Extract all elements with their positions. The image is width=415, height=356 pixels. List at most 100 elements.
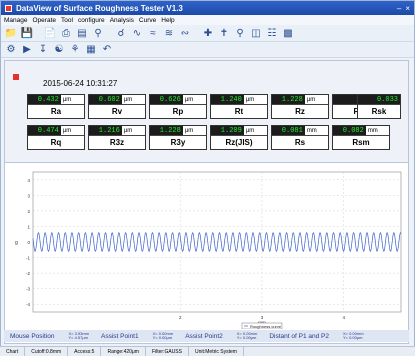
- measurement-panel: 2015-06-24 10:31:27 0.432 μm Ra 0.602 μm R…: [5, 61, 408, 163]
- cross-icon[interactable]: ✚: [201, 26, 215, 40]
- main-toolbar: 📁 💾 📄 ⎙ ▤ ⚲ ☌ ∿ ≈ ≋ ∾ ✚ ✝ ⚲ ◫ ☷ ▩: [1, 25, 414, 42]
- param-value: 0.432: [28, 95, 61, 104]
- distance-label: Distant of P1 and P2: [269, 332, 329, 340]
- param-value: 0.474: [28, 126, 61, 135]
- param-rsk: 0.033 Rsk: [357, 94, 401, 119]
- param-value: 0.082: [333, 126, 366, 135]
- assist-point2-label: Assist Point2: [185, 332, 223, 340]
- param-name: Rz: [295, 107, 305, 116]
- param-rsm: 0.082 mm Rsm: [332, 125, 390, 150]
- param-unit: μm: [243, 95, 267, 104]
- param-name: Ra: [50, 107, 62, 116]
- status-access: Access:5: [68, 347, 102, 356]
- param-rs: 0.081 mm Rs: [271, 125, 329, 150]
- param-value: 0.081: [272, 126, 305, 135]
- param-value: 1.240: [211, 95, 244, 104]
- menu-configure[interactable]: configure: [78, 17, 105, 24]
- param-unit: μm: [121, 95, 145, 104]
- menu-analysis[interactable]: Analysis: [110, 17, 134, 24]
- print-preview-icon[interactable]: ▤: [75, 26, 89, 40]
- param-unit: μm: [60, 126, 84, 135]
- app-icon: [5, 4, 12, 12]
- param-rp: 0.626 μm Rp: [149, 94, 207, 119]
- measurement-datetime: 2015-06-24 10:31:27: [43, 79, 118, 88]
- assist-point1-label: Assist Point1: [101, 332, 139, 340]
- play-icon[interactable]: ▶: [20, 43, 34, 57]
- menu-tool[interactable]: Tool: [61, 17, 73, 24]
- param-name: Rs: [294, 138, 306, 147]
- measure-icon[interactable]: ☯: [52, 43, 66, 57]
- param-value: 1.228: [272, 95, 305, 104]
- curve3-icon[interactable]: ≋: [162, 26, 176, 40]
- grid-icon[interactable]: ▦: [84, 43, 98, 57]
- y-tick-label: -1: [26, 256, 30, 261]
- param-unit: μm: [182, 126, 206, 135]
- param-ra: 0.432 μm Ra: [27, 94, 85, 119]
- assist-status-line: Mouse Position X= 3.93mm Y= 4.57μm Assist…: [4, 330, 409, 342]
- param-unit: mm: [304, 126, 328, 135]
- roughness-chart[interactable]: 4 3 2 1 0 -1 -2 -3 -4 2 3 4 g mm Roughness curve: [5, 164, 408, 344]
- display-icon[interactable]: ▩: [281, 26, 295, 40]
- stop-icon[interactable]: [13, 74, 19, 80]
- status-unit: Unit:Metric System: [189, 347, 244, 356]
- param-rv: 0.602 μm Rv: [88, 94, 146, 119]
- x-tick-label: 4: [342, 315, 345, 320]
- status-cutoff: Cutoff:0.8mm: [25, 347, 69, 356]
- y-tick-label: 3: [27, 193, 30, 198]
- param-name: R3z: [109, 138, 125, 147]
- param-rz: 1.228 μm Rz: [271, 94, 329, 119]
- param-value: 1.209: [211, 126, 244, 135]
- roughness-chart-svg[interactable]: 43210-1-2-3-42 3 4gmmRoughness curve: [5, 164, 408, 330]
- param-r3z: 1.216 μm R3z: [88, 125, 146, 150]
- y-tick-label: -4: [26, 302, 30, 307]
- y-tick-label: -2: [26, 271, 30, 276]
- param-unit: μm: [121, 126, 145, 135]
- print-icon[interactable]: ⎙: [59, 26, 73, 40]
- title-bar[interactable]: DataView of Surface Roughness Tester V1.…: [1, 1, 414, 15]
- distance-value: X= 0.00mm Y= 0.00μm: [342, 331, 364, 340]
- param-unit: μm: [243, 126, 267, 135]
- minimize-button[interactable]: –: [397, 4, 401, 13]
- open-folder-icon[interactable]: 📁: [4, 26, 18, 40]
- search-icon[interactable]: ☌: [114, 26, 128, 40]
- params-row-2: 0.474 μm Rq 1.216 μm R3z 1.228 μm R3y 1.209…: [27, 125, 390, 150]
- mouse-position-value: X= 3.93mm Y= 4.57μm: [68, 331, 90, 340]
- menu-operate[interactable]: Operate: [33, 17, 57, 24]
- param-name: Rv: [111, 107, 123, 116]
- scale-icon[interactable]: ☷: [265, 26, 279, 40]
- curve-icon[interactable]: ∿: [130, 26, 144, 40]
- calibrate-icon[interactable]: ⚙: [4, 43, 18, 57]
- settings-icon[interactable]: ⚘: [68, 43, 82, 57]
- document-icon[interactable]: 📄: [43, 26, 57, 40]
- y-axis-label: g: [15, 240, 18, 246]
- down-icon[interactable]: ↧: [36, 43, 50, 57]
- param-value: 1.228: [150, 126, 183, 135]
- undo-icon[interactable]: ↶: [100, 43, 114, 57]
- menu-manage[interactable]: Manage: [4, 17, 28, 24]
- status-bar: Chart Cutoff:0.8mm Access:5 Range:420μm …: [0, 346, 415, 356]
- x-tick-label: 2: [179, 315, 182, 320]
- param-name: Rp: [172, 107, 184, 116]
- data-icon[interactable]: ◫: [249, 26, 263, 40]
- param-r3y: 1.228 μm R3y: [149, 125, 207, 150]
- y-tick-label: 1: [27, 224, 30, 229]
- curve2-icon[interactable]: ≈: [146, 26, 160, 40]
- param-value: 0.602: [89, 95, 122, 104]
- param-name: Rq: [50, 138, 62, 147]
- param-unit: mm: [365, 126, 389, 135]
- menu-help[interactable]: Help: [161, 17, 174, 24]
- save-icon[interactable]: 💾: [20, 26, 34, 40]
- mouse-position-label: Mouse Position: [10, 332, 55, 340]
- menu-bar: Manage Operate Tool configure Analysis C…: [1, 15, 414, 25]
- zoom-icon[interactable]: ⚲: [91, 26, 105, 40]
- param-rt: 1.240 μm Rt: [210, 94, 268, 119]
- magnify-icon[interactable]: ⚲: [233, 26, 247, 40]
- cross2-icon[interactable]: ✝: [217, 26, 231, 40]
- curve4-icon[interactable]: ∾: [178, 26, 192, 40]
- assist-point1-value: X= 0.00mm Y= 0.00μm: [152, 331, 174, 340]
- param-rq: 0.474 μm Rq: [27, 125, 85, 150]
- close-button[interactable]: ×: [405, 4, 410, 13]
- menu-curve[interactable]: Curve: [139, 17, 156, 24]
- params-row-1: 0.432 μm Ra 0.602 μm Rv 0.626 μm Rp 1.240 μm…: [27, 94, 390, 119]
- legend-label: Roughness curve: [250, 324, 282, 329]
